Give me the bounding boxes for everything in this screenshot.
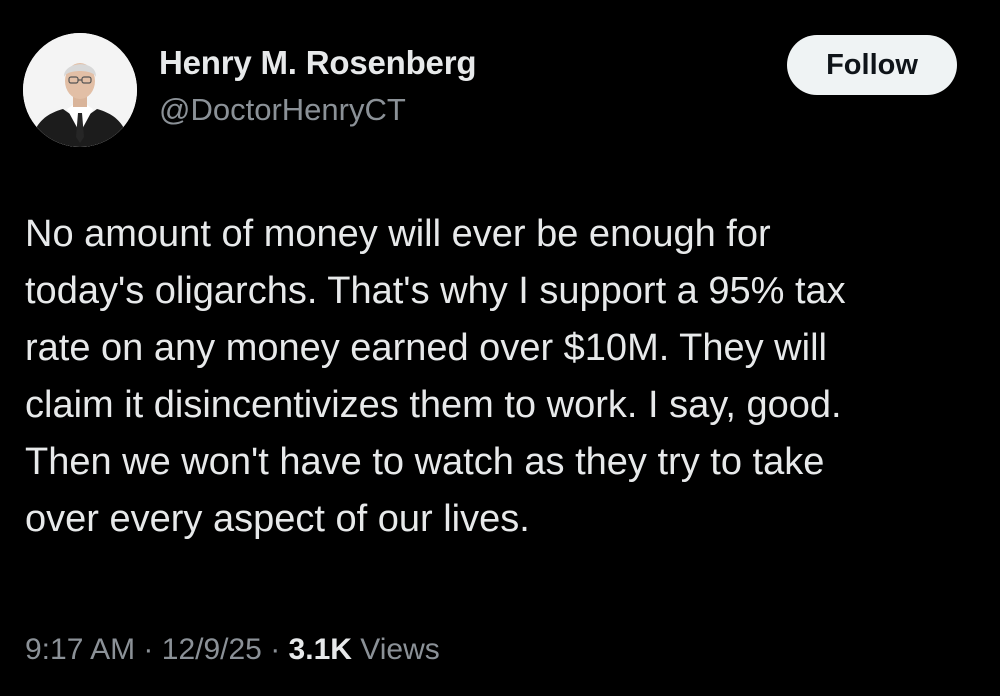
views-label: Views: [360, 633, 440, 666]
author-avatar[interactable]: [23, 33, 137, 147]
tweet-time[interactable]: 9:17 AM: [25, 633, 135, 666]
tweet-line: rate on any money earned over $10M. They…: [25, 327, 827, 369]
author-handle[interactable]: @DoctorHenryCT: [159, 92, 406, 128]
tweet-text: No amount of money will ever be enough f…: [25, 206, 975, 548]
tweet-date[interactable]: 12/9/25: [162, 633, 262, 666]
tweet-card: Henry M. Rosenberg @DoctorHenryCT Follow…: [0, 0, 1000, 696]
tweet-line: claim it disincentivizes them to work. I…: [25, 384, 842, 426]
tweet-line: over every aspect of our lives.: [25, 498, 530, 540]
tweet-line: No amount of money will ever be enough f…: [25, 213, 771, 255]
author-name[interactable]: Henry M. Rosenberg: [159, 44, 476, 82]
tweet-line: today's oligarchs. That's why I support …: [25, 270, 846, 312]
meta-separator: ·: [143, 633, 154, 666]
tweet-line: Then we won't have to watch as they try …: [25, 441, 825, 483]
views-count[interactable]: 3.1K: [289, 633, 352, 666]
tweet-metadata: 9:17 AM · 12/9/25 · 3.1K Views: [25, 633, 440, 667]
follow-button[interactable]: Follow: [787, 35, 957, 95]
profile-photo-icon: [23, 33, 137, 147]
meta-separator: ·: [270, 633, 281, 666]
